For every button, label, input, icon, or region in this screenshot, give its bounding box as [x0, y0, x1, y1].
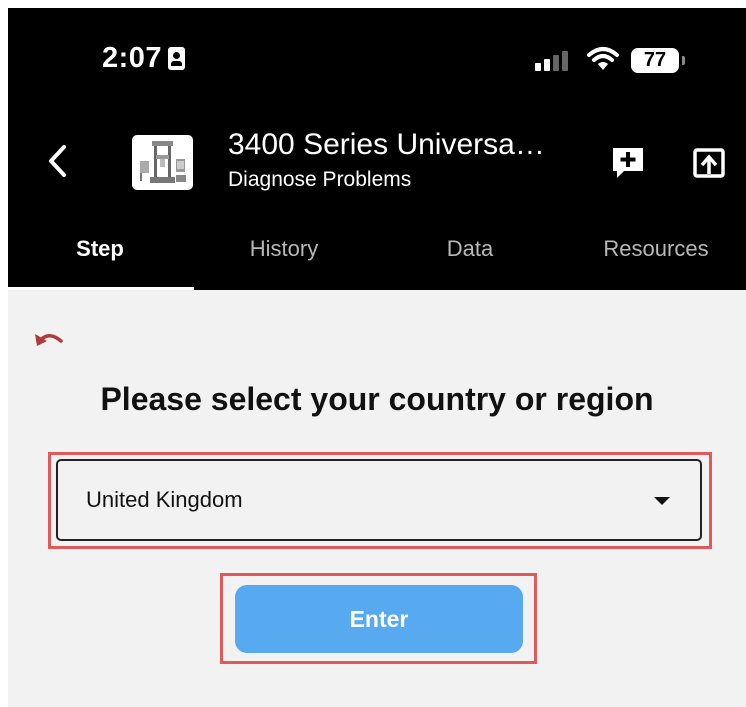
- country-select[interactable]: United Kingdom: [56, 459, 702, 541]
- tab-step-label: Step: [76, 235, 124, 261]
- battery-level: 77: [643, 49, 667, 71]
- wifi-icon: [587, 47, 619, 70]
- enter-button[interactable]: Enter: [235, 585, 523, 653]
- tab-resources[interactable]: Resources: [564, 207, 746, 290]
- tab-resources-label: Resources: [603, 235, 709, 261]
- page-title: 3400 Series Universa…: [228, 128, 545, 161]
- app-screen: 2:07 77 3400 Series Universa… Diagnose P…: [8, 8, 746, 707]
- page-subtitle: Diagnose Problems: [228, 168, 412, 191]
- contact-badge-icon: [168, 47, 186, 70]
- country-select-value: United Kingdom: [86, 487, 243, 512]
- question-heading: Please select your country or region: [100, 381, 654, 417]
- enter-button-label: Enter: [349, 605, 409, 632]
- status-time: 2:07: [102, 42, 186, 75]
- tab-bar: Step History Data Resources: [8, 207, 746, 290]
- undo-icon[interactable]: [33, 326, 65, 348]
- back-chevron-icon[interactable]: [46, 143, 68, 179]
- tab-data-label: Data: [446, 235, 494, 261]
- dropdown-arrow-icon: [654, 497, 670, 505]
- testing-machine-icon: [140, 141, 186, 183]
- tab-data[interactable]: Data: [378, 207, 562, 290]
- product-thumbnail: [132, 135, 193, 190]
- share-export-icon[interactable]: [692, 147, 726, 179]
- cellular-signal-icon: [535, 51, 571, 71]
- top-bar: 2:07 77 3400 Series Universa… Diagnose P…: [8, 8, 746, 290]
- battery-indicator: 77: [631, 48, 685, 73]
- add-comment-icon[interactable]: [610, 145, 646, 181]
- status-time-text: 2:07: [102, 42, 163, 74]
- tab-step[interactable]: Step: [8, 207, 194, 290]
- tab-history[interactable]: History: [192, 207, 376, 290]
- tab-history-label: History: [249, 235, 319, 261]
